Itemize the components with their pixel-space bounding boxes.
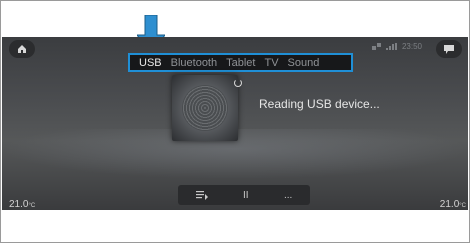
message-icon [444, 44, 454, 54]
tab-bluetooth[interactable]: Bluetooth [171, 57, 217, 69]
home-button[interactable] [9, 40, 35, 58]
signal-bars-icon [385, 43, 397, 50]
tab-sound[interactable]: Sound [288, 57, 320, 69]
reading-status-text: Reading USB device... [259, 97, 380, 111]
playback-controls: II ... [178, 185, 310, 205]
tab-usb[interactable]: USB [139, 57, 162, 69]
figure-frame: 23:50 USB Bluetooth Tablet TV Sound Read… [0, 0, 470, 243]
right-temperature-value: 21.0 [439, 199, 460, 210]
tab-tablet[interactable]: Tablet [226, 57, 255, 69]
loading-spinner-icon [234, 79, 242, 87]
more-button[interactable]: ... [284, 190, 292, 201]
tab-tv[interactable]: TV [264, 57, 278, 69]
album-cover [172, 75, 238, 141]
home-icon [18, 45, 26, 53]
right-temperature[interactable]: 21.0°C [440, 199, 466, 210]
cover-pattern [182, 85, 228, 131]
playlist-icon[interactable] [195, 190, 208, 200]
left-temperature-value: 21.0 [9, 199, 29, 210]
media-screen: 23:50 USB Bluetooth Tablet TV Sound Read… [2, 37, 468, 210]
left-temperature-unit: °C [28, 203, 36, 209]
status-bar: 23:50 [371, 42, 422, 51]
status-time: 23:50 [401, 42, 422, 51]
left-temperature[interactable]: 21.0°C [9, 199, 35, 210]
connection-icon [371, 43, 381, 50]
pause-button[interactable]: II [243, 190, 249, 201]
source-tab-bar: USB Bluetooth Tablet TV Sound [128, 53, 353, 72]
messages-button[interactable] [436, 40, 462, 58]
right-temperature-unit: °C [459, 203, 466, 209]
